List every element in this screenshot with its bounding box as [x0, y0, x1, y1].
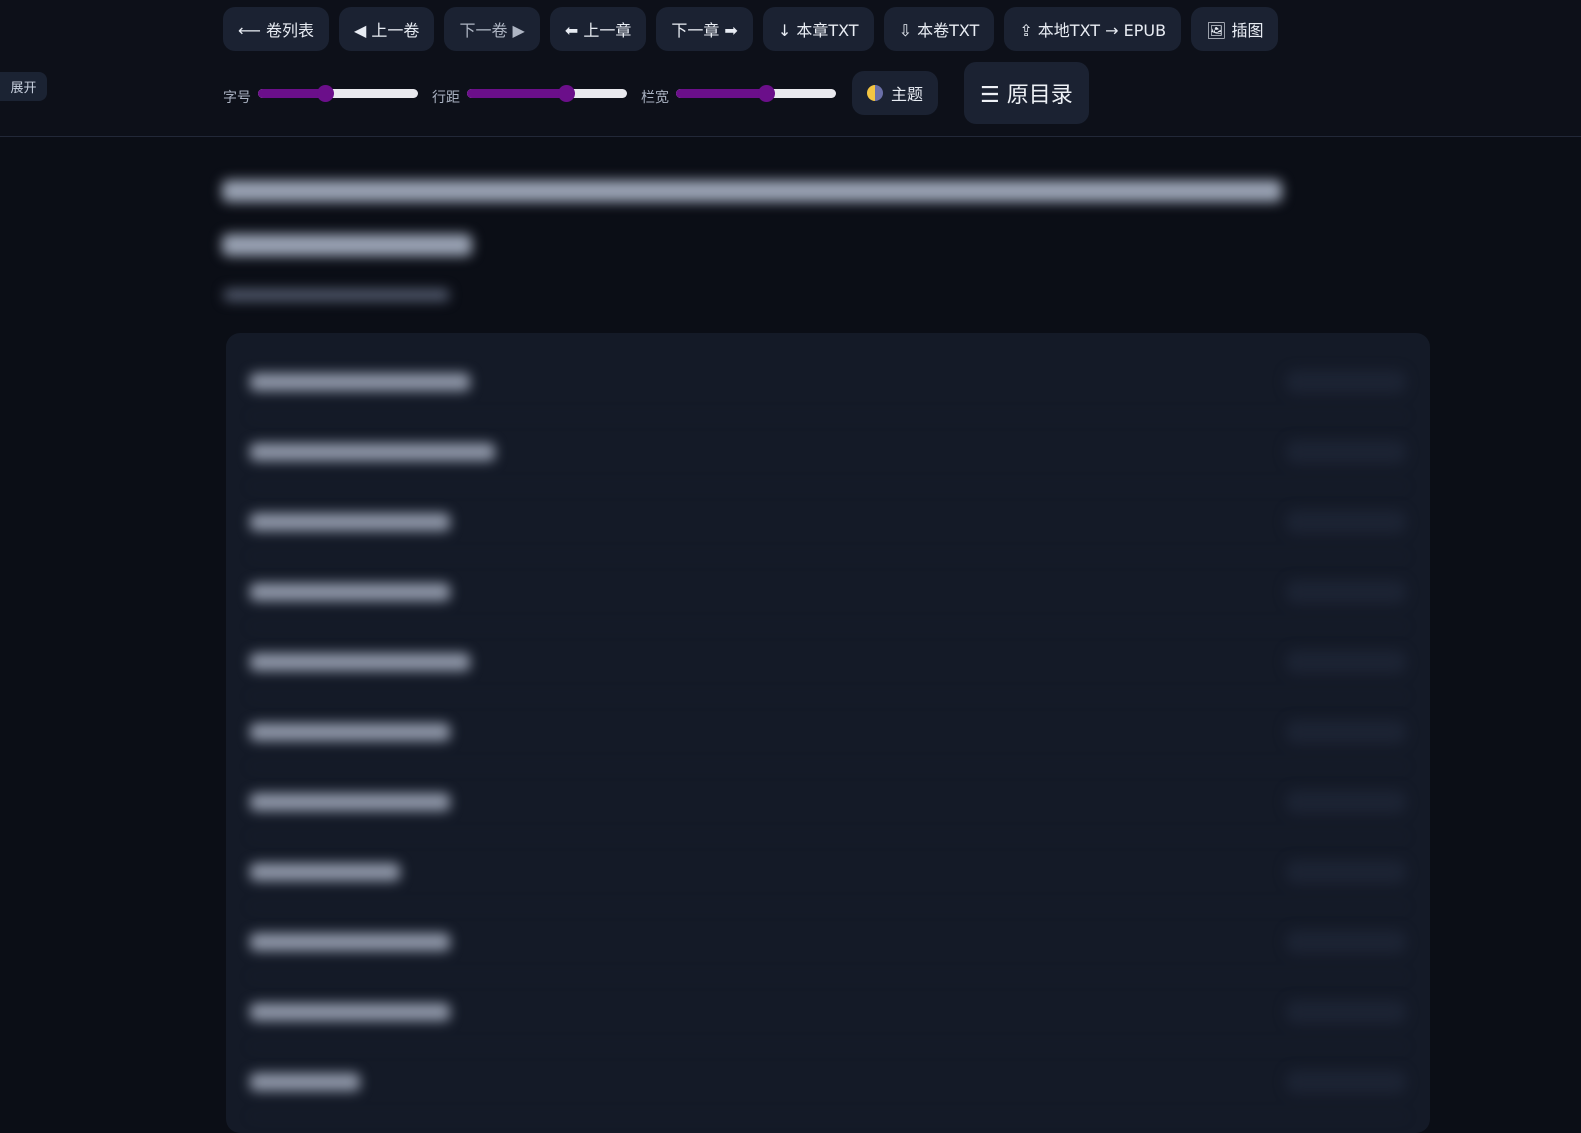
page-title: [222, 163, 1302, 271]
list-item[interactable]: [250, 487, 1406, 557]
list-item[interactable]: [250, 627, 1406, 697]
illustrations-button[interactable]: 🖼 插图: [1191, 7, 1279, 51]
list-item[interactable]: [250, 697, 1406, 767]
list-item[interactable]: [250, 767, 1406, 837]
line-height-control: 行距: [432, 79, 627, 107]
prev-volume-button[interactable]: ◀ 上一卷: [339, 7, 435, 51]
local-txt-to-epub-button[interactable]: ⇪ 本地TXT → EPUB: [1004, 7, 1182, 51]
slider-thumb[interactable]: [757, 84, 775, 102]
line-height-label: 行距: [432, 90, 460, 106]
column-width-slider[interactable]: [676, 84, 836, 102]
slider-fill: [258, 88, 326, 98]
column-width-label: 栏宽: [641, 90, 669, 106]
volume-list-button[interactable]: ⟵ 卷列表: [223, 7, 330, 51]
list-item[interactable]: [250, 1047, 1406, 1117]
list-item[interactable]: [250, 557, 1406, 627]
slider-thumb[interactable]: [317, 84, 335, 102]
original-toc-button[interactable]: ☰ 原目录: [964, 62, 1089, 124]
sidebar-expand-button[interactable]: 展开: [0, 72, 47, 101]
download-chapter-txt-button[interactable]: ↓ 本章TXT: [762, 7, 874, 51]
theme-button[interactable]: 主题: [852, 71, 939, 115]
list-item[interactable]: [250, 977, 1406, 1047]
next-volume-button[interactable]: 下一卷 ▶: [444, 7, 540, 51]
top-toolbar: ⟵ 卷列表 ◀ 上一卷 下一卷 ▶ ⬅ 上一章 下一章 ➡ ↓ 本章TXT ⇩ …: [0, 0, 1581, 137]
list-item[interactable]: [250, 907, 1406, 977]
font-size-control: 字号: [223, 79, 418, 107]
font-size-label: 字号: [223, 90, 251, 106]
subtitle: [224, 286, 449, 305]
nav-button-row: ⟵ 卷列表 ◀ 上一卷 下一卷 ▶ ⬅ 上一章 下一章 ➡ ↓ 本章TXT ⇩ …: [223, 7, 1279, 51]
prev-chapter-button[interactable]: ⬅ 上一章: [549, 7, 647, 51]
next-chapter-button[interactable]: 下一章 ➡: [656, 7, 753, 51]
column-width-control: 栏宽: [641, 79, 836, 107]
slider-fill: [676, 88, 766, 98]
reader-controls: 字号 行距 栏宽 主题 ☰ 原目录: [223, 62, 1089, 124]
download-volume-txt-button[interactable]: ⇩ 本卷TXT: [883, 7, 995, 51]
theme-label: 主题: [891, 85, 924, 104]
font-size-slider[interactable]: [258, 84, 418, 102]
chapter-list: [226, 333, 1430, 1133]
theme-icon: [867, 85, 883, 101]
line-height-slider[interactable]: [467, 84, 627, 102]
list-item[interactable]: [250, 347, 1406, 417]
slider-thumb[interactable]: [558, 84, 576, 102]
list-item[interactable]: [250, 417, 1406, 487]
slider-fill: [467, 88, 567, 98]
list-item[interactable]: [250, 837, 1406, 907]
